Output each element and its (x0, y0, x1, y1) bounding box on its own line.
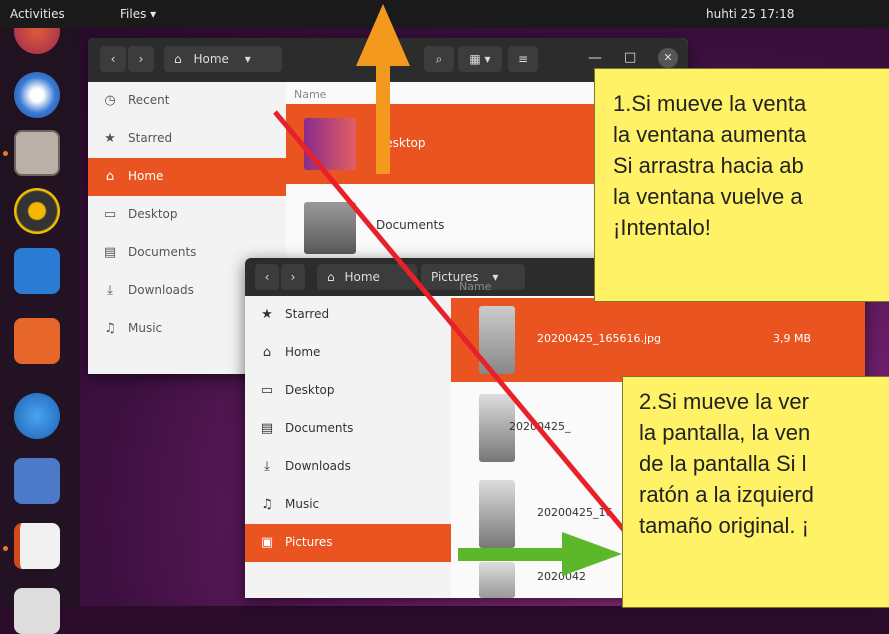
active-indicator (3, 546, 8, 551)
impress-icon[interactable] (14, 523, 60, 569)
instruction-callout-2: 2.Si mueve la ver la pantalla, la ven de… (622, 376, 889, 608)
column-header-name[interactable]: Name (294, 88, 326, 101)
help-icon[interactable] (14, 393, 60, 439)
home-icon: ⌂ (105, 169, 115, 184)
top-bar: Activities Files ▾ huhti 25 17:18 (0, 0, 889, 28)
search-button[interactable]: ⌕ (424, 46, 454, 72)
path-bar[interactable]: ⌂ Home ▾ (164, 46, 282, 72)
activities-button[interactable]: Activities (10, 7, 65, 21)
sidebar-item-starred[interactable]: ★ Starred (88, 120, 286, 158)
sidebar: ★ Starred ⌂ Home ▭ Desktop ▤ Documents ⤓ Down… (245, 296, 451, 598)
folder-icon (304, 202, 356, 254)
thunderbird-icon[interactable] (14, 72, 60, 118)
forward-button[interactable]: › (128, 46, 154, 72)
sidebar-item-desktop[interactable]: ▭ Desktop (88, 196, 286, 234)
home-icon: ⌂ (262, 345, 272, 360)
sidebar-item-home[interactable]: ⌂ Home (245, 334, 451, 372)
minimize-button[interactable]: — (588, 50, 602, 66)
star-icon: ★ (104, 131, 116, 146)
close-button[interactable]: ✕ (658, 48, 678, 68)
path-home[interactable]: ⌂ Home (317, 264, 417, 290)
clock-icon: ◷ (104, 93, 116, 108)
app-menu[interactable]: Files ▾ (120, 7, 156, 21)
pictures-icon: ▣ (260, 535, 274, 550)
drive-icon[interactable] (14, 588, 60, 634)
image-thumbnail (479, 306, 515, 374)
sidebar-item-documents[interactable]: ▤ Documents (245, 410, 451, 448)
sidebar-item-recent[interactable]: ◷ Recent (88, 82, 286, 120)
maximize-button[interactable]: □ (624, 50, 636, 65)
sidebar-item-desktop[interactable]: ▭ Desktop (245, 372, 451, 410)
column-header-name[interactable]: Name (459, 280, 491, 293)
sidebar-item-pictures[interactable]: ▣ Pictures (245, 524, 451, 562)
sidebar-item-home[interactable]: ⌂ Home (88, 158, 286, 196)
dock (0, 8, 80, 634)
home-icon: ⌂ (327, 270, 335, 284)
back-button[interactable]: ‹ (255, 264, 279, 290)
forward-button[interactable]: › (281, 264, 305, 290)
menu-button[interactable]: ≡ (508, 46, 538, 72)
documents-icon: ▤ (260, 421, 274, 436)
software-center-icon[interactable] (14, 318, 60, 364)
rhythmbox-icon[interactable] (14, 188, 60, 234)
list-item[interactable]: 20200425_165616.jpg 3,9 MB (451, 298, 865, 382)
image-thumbnail (479, 562, 515, 598)
sidebar-item-music[interactable]: ♫ Music (245, 486, 451, 524)
desktop-icon: ▭ (103, 207, 117, 222)
downloads-icon: ⤓ (107, 283, 113, 298)
clock[interactable]: huhti 25 17:18 (706, 7, 794, 21)
sidebar-item-downloads[interactable]: ⤓ Downloads (245, 448, 451, 486)
instruction-callout-1: 1.Si mueve la venta la ventana aumenta S… (594, 68, 889, 302)
image-thumbnail (479, 480, 515, 548)
home-icon: ⌂ (174, 52, 182, 66)
desktop-icon: ▭ (260, 383, 274, 398)
music-icon: ♫ (261, 497, 273, 512)
documents-icon: ▤ (103, 245, 117, 260)
back-button[interactable]: ‹ (100, 46, 126, 72)
downloads-icon: ⤓ (264, 459, 270, 474)
folder-icon (304, 118, 356, 170)
writer-icon[interactable] (14, 248, 60, 294)
view-toggle-button[interactable]: ▦ ▾ (458, 46, 502, 72)
star-icon: ★ (261, 307, 273, 322)
chevron-down-icon: ▾ (244, 52, 251, 66)
chevron-down-icon: ▾ (492, 270, 499, 284)
screenshot-icon[interactable] (14, 458, 60, 504)
files-icon[interactable] (14, 130, 60, 176)
active-indicator (3, 151, 8, 156)
sidebar-item-starred[interactable]: ★ Starred (245, 296, 451, 334)
music-icon: ♫ (104, 321, 116, 336)
